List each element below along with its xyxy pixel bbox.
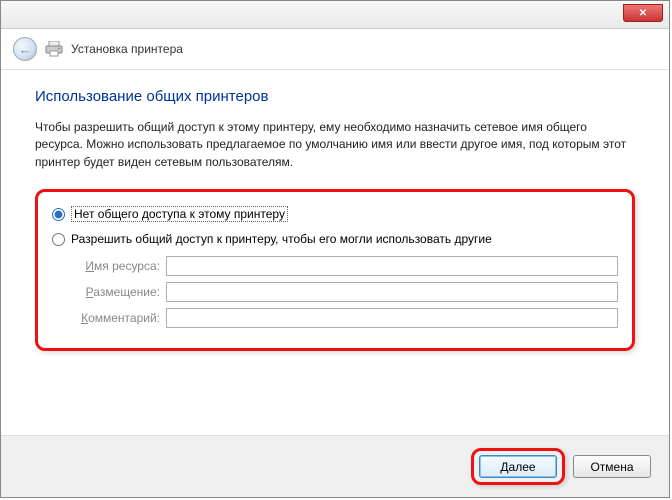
radio-no-share-input[interactable]: [52, 208, 65, 221]
field-location: Размещение:: [52, 282, 618, 302]
radio-no-share[interactable]: Нет общего доступа к этому принтеру: [52, 206, 618, 222]
wizard-window: ✕ ← Установка принтера Использование общ…: [0, 0, 670, 498]
field-comment: Комментарий:: [52, 308, 618, 328]
location-input[interactable]: [166, 282, 618, 302]
sharing-options-box: Нет общего доступа к этому принтеру Разр…: [35, 189, 635, 351]
share-name-input[interactable]: [166, 256, 618, 276]
printer-icon: [45, 41, 63, 57]
comment-label: Комментарий:: [74, 311, 166, 325]
footer: Далее Отмена: [1, 435, 669, 497]
close-icon: ✕: [639, 8, 647, 19]
instruction-text: Чтобы разрешить общий доступ к этому при…: [35, 119, 635, 171]
back-button[interactable]: ←: [13, 37, 37, 61]
radio-share[interactable]: Разрешить общий доступ к принтеру, чтобы…: [52, 232, 618, 246]
radio-share-input[interactable]: [52, 233, 65, 246]
comment-input[interactable]: [166, 308, 618, 328]
next-button[interactable]: Далее: [479, 455, 557, 478]
location-label: Размещение:: [74, 285, 166, 299]
header-title: Установка принтера: [71, 42, 183, 56]
next-highlight: Далее: [471, 448, 565, 485]
radio-share-label: Разрешить общий доступ к принтеру, чтобы…: [71, 232, 492, 246]
titlebar: ✕: [1, 1, 669, 29]
page-title: Использование общих принтеров: [35, 88, 635, 105]
share-name-label: Имя ресурса:: [74, 259, 166, 273]
header: ← Установка принтера: [1, 29, 669, 70]
cancel-button[interactable]: Отмена: [573, 455, 651, 478]
radio-no-share-label: Нет общего доступа к этому принтеру: [71, 206, 288, 222]
arrow-left-icon: ←: [19, 42, 32, 57]
close-button[interactable]: ✕: [623, 4, 663, 22]
field-share-name: Имя ресурса:: [52, 256, 618, 276]
content: Использование общих принтеров Чтобы разр…: [1, 70, 669, 435]
